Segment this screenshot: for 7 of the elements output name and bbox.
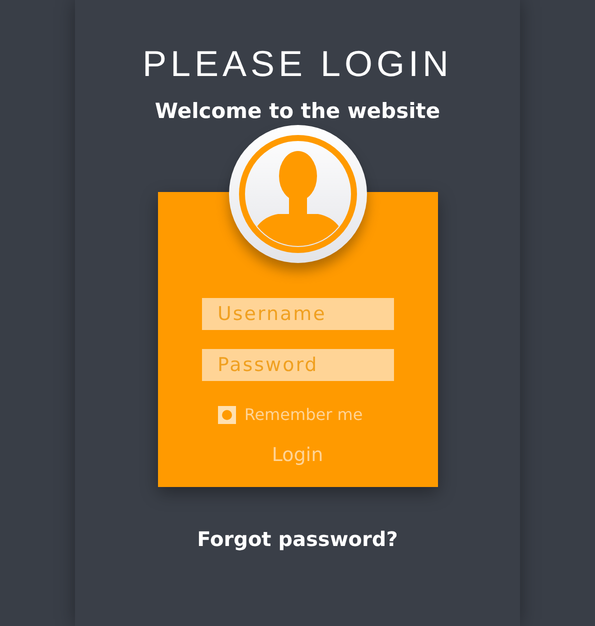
- page-title: PLEASE LOGIN: [142, 44, 453, 84]
- remember-label: Remember me: [244, 405, 363, 424]
- password-field[interactable]: Password: [202, 349, 394, 381]
- username-field[interactable]: Username: [202, 298, 394, 330]
- welcome-subtitle: Welcome to the website: [154, 98, 440, 124]
- forgot-password-link[interactable]: Forgot password?: [197, 527, 398, 551]
- remember-checkbox[interactable]: [218, 406, 236, 424]
